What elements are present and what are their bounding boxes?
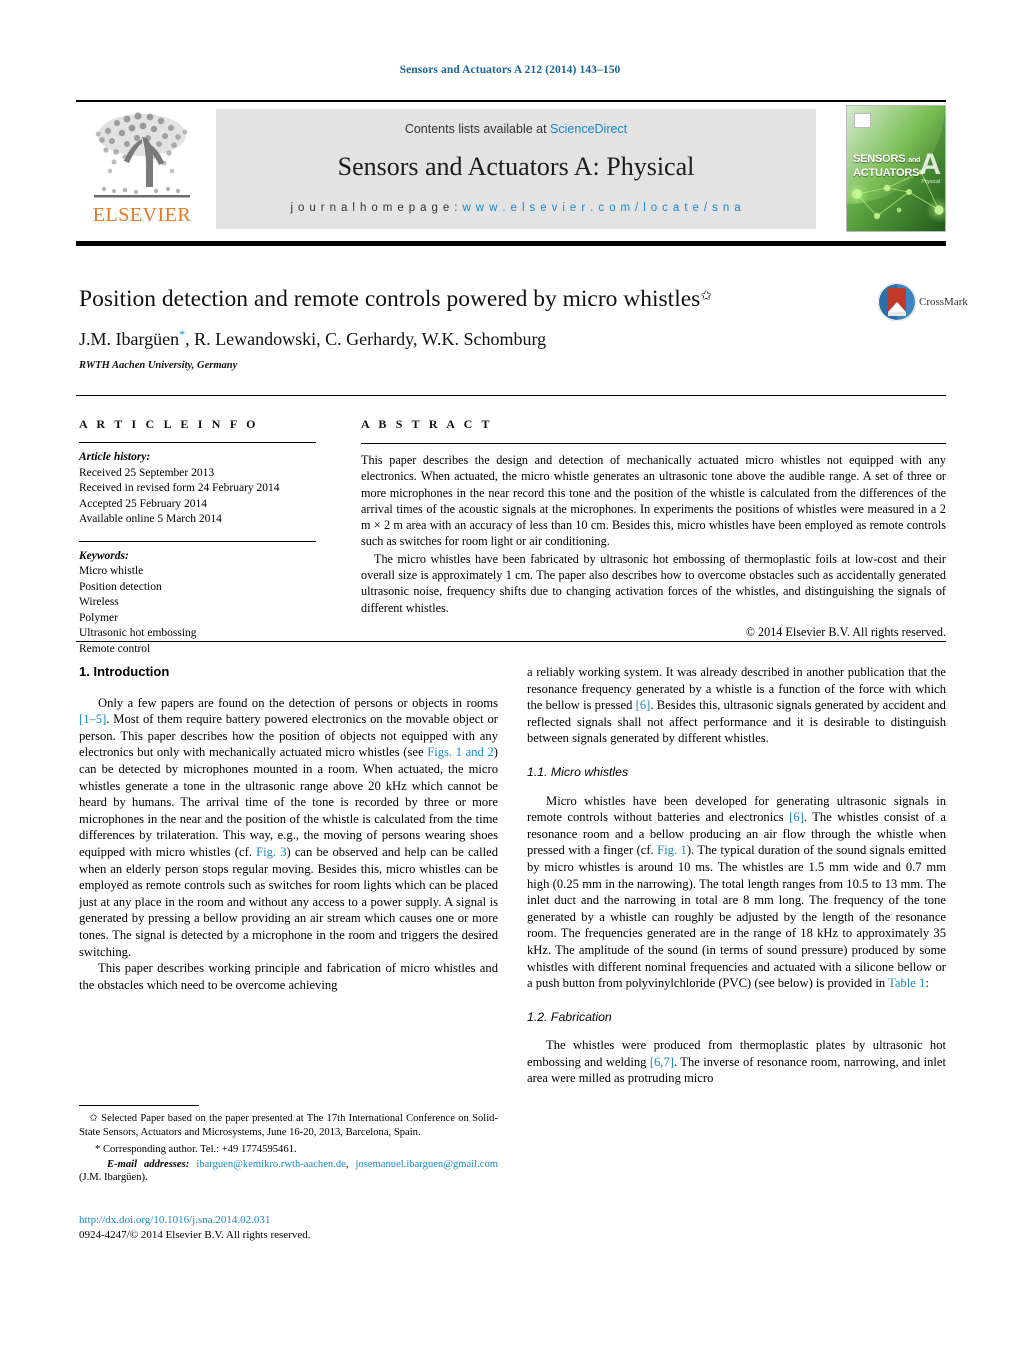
- keyword-item: Polymer: [79, 611, 118, 624]
- intro-text-a: Only a few papers are found on the detec…: [98, 695, 498, 710]
- email-separator: ,: [345, 1158, 349, 1170]
- crossmark-badge[interactable]: CrossMark: [877, 282, 968, 324]
- citation-6[interactable]: [6]: [636, 698, 651, 712]
- doi-link[interactable]: http://dx.doi.org/10.1016/j.sna.2014.02.…: [79, 1213, 498, 1228]
- article-info-rule-2: [79, 540, 316, 542]
- footnote-corresponding-text: Corresponding author. Tel.: +49 17745954…: [100, 1144, 297, 1156]
- keyword-item: Remote control: [79, 642, 151, 655]
- citation-1-5[interactable]: [1–5]: [79, 712, 106, 726]
- cover-publisher-badge: [854, 113, 871, 128]
- masthead-banner: Contents lists available at ScienceDirec…: [216, 109, 816, 229]
- article-history-accepted: Accepted 25 February 2014: [79, 497, 208, 510]
- email-link-secondary[interactable]: josemanuel.ibarguen@gmail.com: [355, 1159, 498, 1170]
- article-history-received: Received 25 September 2013: [79, 466, 215, 479]
- abstract-block: A B S T R A C T This paper describes the…: [361, 417, 946, 640]
- title-footnote-marker: ✩: [700, 289, 713, 304]
- body-column-left: 1. Introduction Only a few papers are fo…: [79, 664, 498, 993]
- masthead-top-rule: [76, 100, 946, 102]
- cover-letter-a: A: [919, 148, 941, 181]
- elsevier-tree-icon: [94, 112, 190, 198]
- citation-6b[interactable]: [6]: [789, 810, 804, 824]
- elsevier-logo: ELSEVIER: [78, 109, 206, 229]
- cover-line-sensors: SENSORS: [853, 153, 906, 165]
- figure-ref-1-2[interactable]: Figs. 1 and 2: [427, 745, 494, 759]
- paragraph-intro-2: This paper describes working principle a…: [79, 961, 498, 992]
- page-title: Position detection and remote controls p…: [79, 283, 849, 313]
- elsevier-wordmark: ELSEVIER: [92, 204, 192, 226]
- body-column-right: a reliably working system. It was alread…: [527, 664, 946, 1087]
- email-addresses-label: E-mail addresses:: [107, 1158, 190, 1170]
- journal-title: Sensors and Actuators A: Physical: [337, 152, 695, 181]
- article-info-heading: A R T I C L E I N F O: [79, 417, 259, 431]
- paragraph-micro-whistles: Micro whistles have been developed for g…: [527, 793, 946, 992]
- keyword-item: Micro whistle: [79, 565, 144, 577]
- footnotes-block: ✩ Selected Paper based on the paper pres…: [79, 1105, 498, 1196]
- email-link-primary[interactable]: ibarguen@kemikro.rwth-aachen.de: [196, 1159, 346, 1170]
- crossmark-icon: [877, 282, 917, 322]
- masthead-bottom-rule: [76, 241, 946, 246]
- footnote-emails: E-mail addresses: ibarguen@kemikro.rwth-…: [79, 1158, 498, 1185]
- intro-text-d: ) can be observed and help can be called…: [79, 844, 499, 959]
- article-history-online: Available online 5 March 2014: [79, 513, 222, 525]
- email-owner: (J.M. Ibargüen).: [79, 1172, 148, 1184]
- article-info-block: A R T I C L E I N F O Article history: R…: [79, 417, 339, 657]
- paragraph-intro-continued: a reliably working system. It was alread…: [527, 664, 946, 747]
- affiliation: RWTH Aachen University, Germany: [79, 360, 238, 371]
- footnote-conference-text: Selected Paper based on the paper presen…: [79, 1113, 498, 1138]
- keyword-item: Position detection: [79, 580, 162, 593]
- section-heading-micro-whistles: 1.1. Micro whistles: [527, 764, 629, 779]
- running-head: Sensors and Actuators A 212 (2014) 143–1…: [399, 64, 621, 76]
- cover-subtitle: Physical: [921, 179, 940, 185]
- keyword-item: Ultrasonic hot embossing: [79, 627, 197, 639]
- abstract-copyright: © 2014 Elsevier B.V. All rights reserved…: [745, 624, 946, 639]
- abstract-rule: [361, 443, 946, 444]
- doi-block: http://dx.doi.org/10.1016/j.sna.2014.02.…: [79, 1213, 498, 1242]
- sciencedirect-link[interactable]: ScienceDirect: [550, 122, 627, 136]
- table-ref-1[interactable]: Table 1: [888, 976, 925, 990]
- author-rest: , R. Lewandowski, C. Gerhardy, W.K. Scho…: [185, 329, 547, 349]
- crossmark-label: CrossMark: [919, 296, 968, 308]
- journal-homepage-line: j o u r n a l h o m e p a g e : w w w . …: [216, 202, 816, 214]
- mw-text-d: :: [925, 976, 929, 991]
- intro-text-c: ) can be detected by microphones mounted…: [79, 745, 498, 859]
- footnote-corresponding-author: * Corresponding author. Tel.: +49 177459…: [79, 1143, 498, 1157]
- homepage-prefix: j o u r n a l h o m e p a g e :: [290, 202, 463, 214]
- section-heading-fabrication: 1.2. Fabrication: [527, 1009, 612, 1024]
- abstract-heading: A B S T R A C T: [361, 417, 493, 431]
- footnote-rule: [79, 1105, 199, 1106]
- keywords-label: Keywords:: [79, 549, 129, 562]
- citation-6-7[interactable]: [6,7]: [650, 1055, 674, 1069]
- journal-masthead: ELSEVIER Contents lists available at Sci…: [76, 100, 946, 232]
- footnote-conference: ✩ Selected Paper based on the paper pres…: [79, 1112, 498, 1139]
- keyword-item: Wireless: [79, 596, 119, 608]
- title-text: Position detection and remote controls p…: [79, 286, 701, 312]
- journal-article-page: Sensors and Actuators A 212 (2014) 143–1…: [0, 0, 1020, 1351]
- article-history-label: Article history:: [79, 451, 151, 463]
- journal-homepage-link[interactable]: w w w . e l s e v i e r . c o m / l o c …: [462, 202, 741, 214]
- issn-copyright-line: 0924-4247/© 2014 Elsevier B.V. All right…: [79, 1228, 311, 1241]
- figure-ref-3[interactable]: Fig. 3: [256, 845, 286, 859]
- cover-line-actuators: ACTUATORS: [853, 167, 920, 179]
- author-list: J.M. Ibargüen*, R. Lewandowski, C. Gerha…: [79, 327, 859, 350]
- contents-available-line: Contents lists available at ScienceDirec…: [216, 122, 816, 136]
- journal-cover-image: SENSORS and ACTUATORS A Physical: [846, 105, 946, 232]
- title-divider-rule: [76, 395, 946, 396]
- article-info-rule-1: [79, 442, 316, 443]
- mw-text-c: ). The typical duration of the sound sig…: [527, 843, 946, 991]
- abstract-paragraph-1: This paper describes the design and dete…: [361, 453, 946, 549]
- paragraph-fabrication: The whistles were produced from thermopl…: [527, 1037, 946, 1087]
- footnote-star-marker: ✩: [89, 1113, 98, 1124]
- section-heading-introduction: 1. Introduction: [79, 664, 170, 679]
- abstract-divider-rule: [76, 641, 946, 642]
- figure-ref-1[interactable]: Fig. 1: [657, 843, 687, 857]
- article-history-revised: Received in revised form 24 February 201…: [79, 482, 280, 494]
- author-first: J.M. Ibargüen: [79, 329, 180, 349]
- contents-prefix: Contents lists available at: [404, 122, 551, 136]
- paragraph-intro-1: Only a few papers are found on the detec…: [79, 695, 498, 961]
- abstract-paragraph-2: The micro whistles have been fabricated …: [361, 551, 946, 615]
